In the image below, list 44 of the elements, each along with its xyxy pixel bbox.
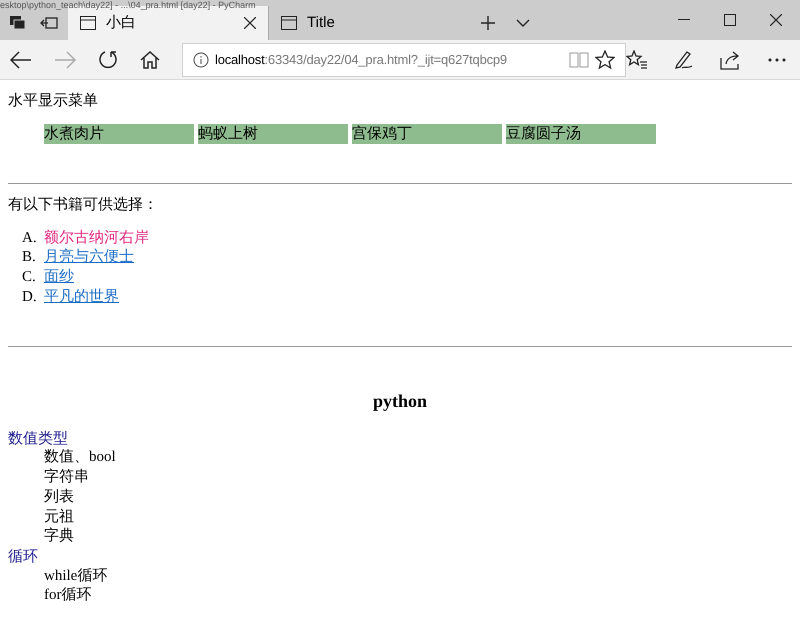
tab-set-aside-icon[interactable] [10, 16, 26, 30]
section-heading: 水平显示菜单 [7, 91, 99, 111]
section-heading: 有以下书籍可供选择： [7, 195, 159, 215]
menu-item[interactable]: 蚂蚁上树 [198, 124, 348, 144]
menu-item[interactable]: 豆腐圆子汤 [506, 124, 656, 144]
list-marker: B. [22, 248, 37, 268]
pen-icon[interactable] [674, 50, 694, 70]
definition-item: for循环 [44, 586, 92, 606]
menu-item[interactable]: 水煮肉片 [44, 124, 194, 144]
page-heading: python [372, 390, 428, 413]
favorite-star-icon[interactable] [595, 50, 615, 70]
menu-item[interactable]: 宫保鸡丁 [352, 124, 502, 144]
definition-term: 循环 [8, 546, 38, 567]
definition-term: 数值类型 [8, 428, 68, 448]
tab-preview-icon[interactable] [40, 16, 58, 30]
definition-item: 元祖 [44, 508, 74, 527]
info-icon [193, 52, 209, 68]
url-text: localhost:63343/day22/04_pra.html?_ijt=q627tqbcp9 [215, 50, 508, 69]
tab-title: 小白 [106, 12, 137, 33]
reading-view-icon[interactable] [569, 52, 589, 68]
maximize-icon[interactable] [724, 14, 736, 26]
back-arrow-icon[interactable] [10, 50, 32, 68]
minimize-icon[interactable] [678, 19, 690, 21]
definition-item: 列表 [44, 488, 74, 507]
definition-item: 字典 [44, 527, 74, 546]
address-bar[interactable]: localhost:63343/day22/04_pra.html?_ijt=q627tqbcp9 [182, 42, 626, 76]
definition-item: 数值、bool [44, 448, 116, 468]
tab-page-icon [80, 16, 96, 30]
book-link[interactable]: 平凡的世界 [44, 286, 119, 308]
definition-item: while循环 [44, 566, 108, 586]
list-marker: C. [22, 268, 37, 287]
refresh-icon[interactable] [98, 50, 118, 70]
favorites-list-icon[interactable] [626, 50, 648, 70]
tab-title: Title [307, 12, 336, 33]
home-icon[interactable] [140, 50, 160, 68]
tab-page-icon [281, 16, 297, 30]
list-marker: A. [22, 228, 38, 248]
close-tab-icon[interactable] [244, 17, 256, 29]
list-marker: D. [22, 288, 38, 307]
chevron-down-icon[interactable] [516, 19, 530, 27]
close-icon[interactable] [770, 14, 782, 26]
new-tab-icon[interactable] [480, 15, 496, 31]
definition-item: 字符串 [44, 468, 89, 488]
more-icon[interactable] [768, 58, 786, 62]
